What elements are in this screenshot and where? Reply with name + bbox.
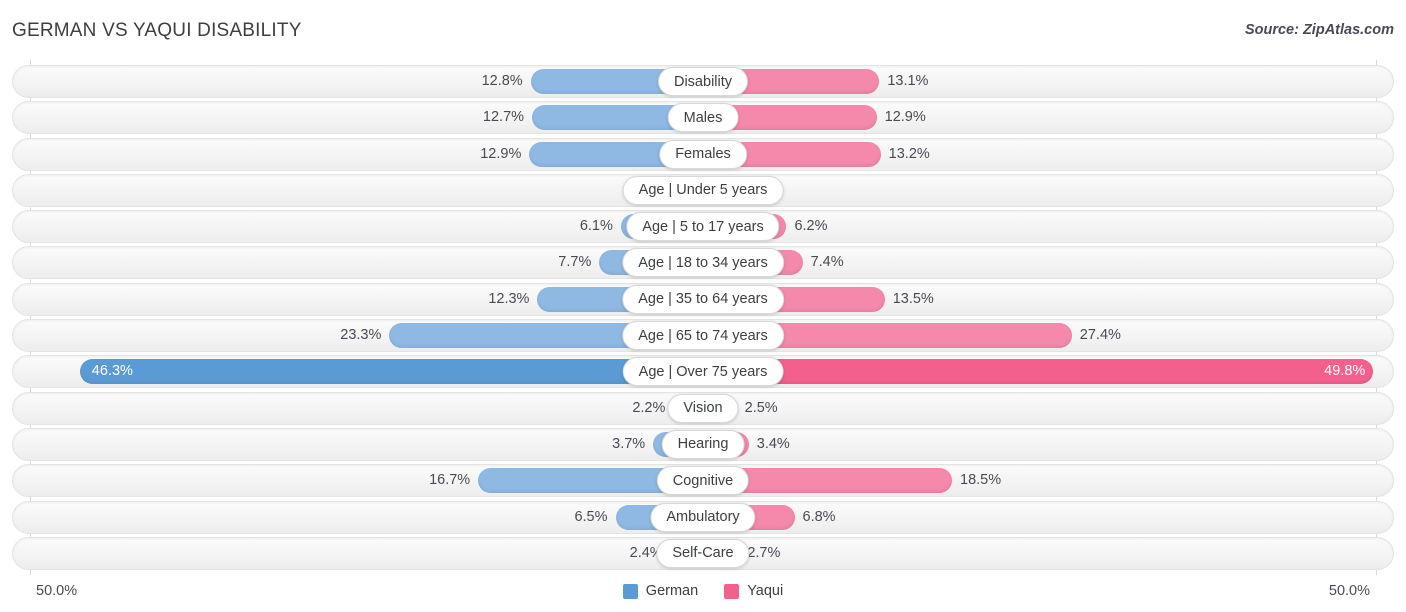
value-label-yaqui: 3.4%	[756, 435, 790, 452]
value-label-german: 46.3%	[91, 363, 133, 380]
value-label-german: 3.7%	[612, 435, 646, 452]
value-label-german: 2.4%	[629, 544, 663, 561]
legend-item[interactable]: German	[622, 583, 699, 599]
value-label-yaqui: 2.5%	[744, 399, 778, 416]
value-label-german: 23.3%	[340, 327, 382, 344]
legend-label: Yaqui	[747, 583, 784, 599]
value-label-yaqui: 13.5%	[892, 290, 934, 307]
row-category-label: Self-Care	[656, 538, 750, 568]
bar-rows-container: 12.8% 13.1% Disability 12.7% 12.9% Males 12.9%…	[0, 65, 1406, 573]
row-category-label: Disability	[657, 67, 749, 96]
legend-label: German	[645, 583, 699, 599]
legend-item[interactable]: Yaqui	[724, 583, 783, 599]
value-label-yaqui: 7.4%	[810, 254, 844, 271]
chart-plot-area: 12.8% 13.1% Disability 12.7% 12.9% Males 12.9%…	[0, 60, 1406, 575]
table-row: 6.1% 6.2% Age | 5 to 17 years	[0, 210, 1406, 244]
value-label-german: 7.7%	[558, 254, 592, 271]
row-category-label: Ambulatory	[650, 502, 756, 532]
table-row: 12.7% 12.9% Males	[0, 101, 1406, 135]
row-category-label: Vision	[667, 393, 739, 423]
legend-swatch-icon	[724, 583, 740, 599]
value-label-yaqui: 13.2%	[888, 145, 930, 162]
table-row: 16.7% 18.5% Cognitive	[0, 464, 1406, 498]
row-category-label: Age | Over 75 years	[622, 357, 784, 387]
value-label-german: 2.2%	[632, 399, 666, 416]
source-attribution: Source: ZipAtlas.com	[1244, 22, 1394, 38]
row-category-label: Age | Under 5 years	[622, 175, 784, 205]
row-category-label: Cognitive	[656, 466, 750, 496]
row-category-label: Hearing	[661, 429, 745, 459]
value-label-yaqui: 6.8%	[802, 508, 836, 525]
chart-header: GERMAN VS YAQUI DISABILITY Source: ZipAt…	[0, 0, 1406, 60]
table-row: 12.9% 13.2% Females	[0, 137, 1406, 171]
table-row: 2.2% 2.5% Vision	[0, 391, 1406, 425]
legend-swatch-icon	[622, 583, 638, 599]
chart-footer: 50.0% 50.0% German Yaqui	[0, 575, 1406, 612]
value-label-yaqui: 49.8%	[1324, 363, 1366, 380]
value-label-german: 6.5%	[574, 508, 608, 525]
value-label-german: 6.1%	[579, 218, 613, 235]
table-row: 6.5% 6.8% Ambulatory	[0, 500, 1406, 534]
value-label-yaqui: 13.1%	[887, 73, 929, 89]
table-row: 12.8% 13.1% Disability	[0, 65, 1406, 98]
page-title: GERMAN VS YAQUI DISABILITY	[12, 20, 302, 41]
value-label-german: 12.8%	[481, 73, 523, 89]
table-row: 12.3% 13.5% Age | 35 to 64 years	[0, 282, 1406, 316]
value-label-german: 12.7%	[482, 109, 525, 126]
chart-legend: German Yaqui	[0, 583, 1406, 599]
bar-yaqui	[703, 359, 1374, 385]
value-label-yaqui: 18.5%	[960, 472, 1002, 489]
row-category-label: Age | 18 to 34 years	[622, 248, 784, 278]
value-label-yaqui: 27.4%	[1079, 327, 1121, 344]
value-label-german: 12.3%	[488, 290, 530, 307]
table-row: 7.7% 7.4% Age | 18 to 34 years	[0, 246, 1406, 280]
table-row: 3.7% 3.4% Hearing	[0, 427, 1406, 461]
row-category-label: Males	[667, 103, 739, 133]
table-row: 46.3% 49.8% Age | Over 75 years	[0, 355, 1406, 389]
value-label-german: 12.9%	[480, 145, 522, 162]
bar-german	[79, 359, 703, 385]
row-category-label: Females	[659, 139, 747, 169]
value-label-german: 16.7%	[429, 472, 471, 489]
value-label-yaqui: 2.7%	[747, 544, 781, 561]
row-category-label: Age | 65 to 74 years	[622, 321, 784, 351]
table-row: 23.3% 27.4% Age | 65 to 74 years	[0, 319, 1406, 353]
value-label-yaqui: 12.9%	[884, 109, 926, 126]
row-category-label: Age | 35 to 64 years	[622, 284, 784, 314]
row-category-label: Age | 5 to 17 years	[626, 212, 780, 242]
table-row: 1.7%1.2%Age | Under 5 years	[0, 173, 1406, 207]
value-label-yaqui: 6.2%	[794, 218, 828, 235]
table-row: 2.4% 2.7% Self-Care	[0, 536, 1406, 570]
